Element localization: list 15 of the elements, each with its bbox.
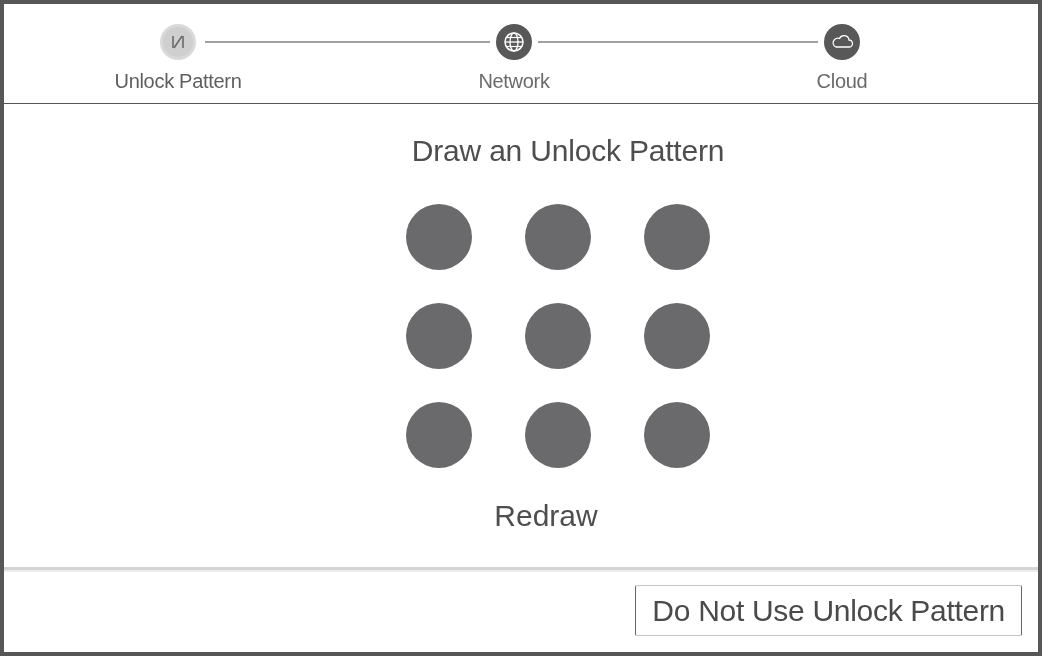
pattern-dot[interactable] [525, 402, 591, 468]
pattern-dot[interactable] [525, 204, 591, 270]
pattern-dot[interactable] [644, 303, 710, 369]
pattern-dot[interactable] [525, 303, 591, 369]
skip-button[interactable]: Do Not Use Unlock Pattern [635, 585, 1022, 636]
pattern-dot[interactable] [406, 303, 472, 369]
redraw-button[interactable]: Redraw [494, 498, 598, 534]
step-label: Network [478, 69, 550, 93]
pattern-dot[interactable] [406, 402, 472, 468]
step-label: Unlock Pattern [114, 69, 242, 93]
pattern-dot[interactable] [406, 204, 472, 270]
pattern-dot[interactable] [644, 204, 710, 270]
pattern-title: Draw an Unlock Pattern [411, 133, 725, 169]
step-label: Cloud [816, 69, 868, 93]
pattern-dot[interactable] [644, 402, 710, 468]
